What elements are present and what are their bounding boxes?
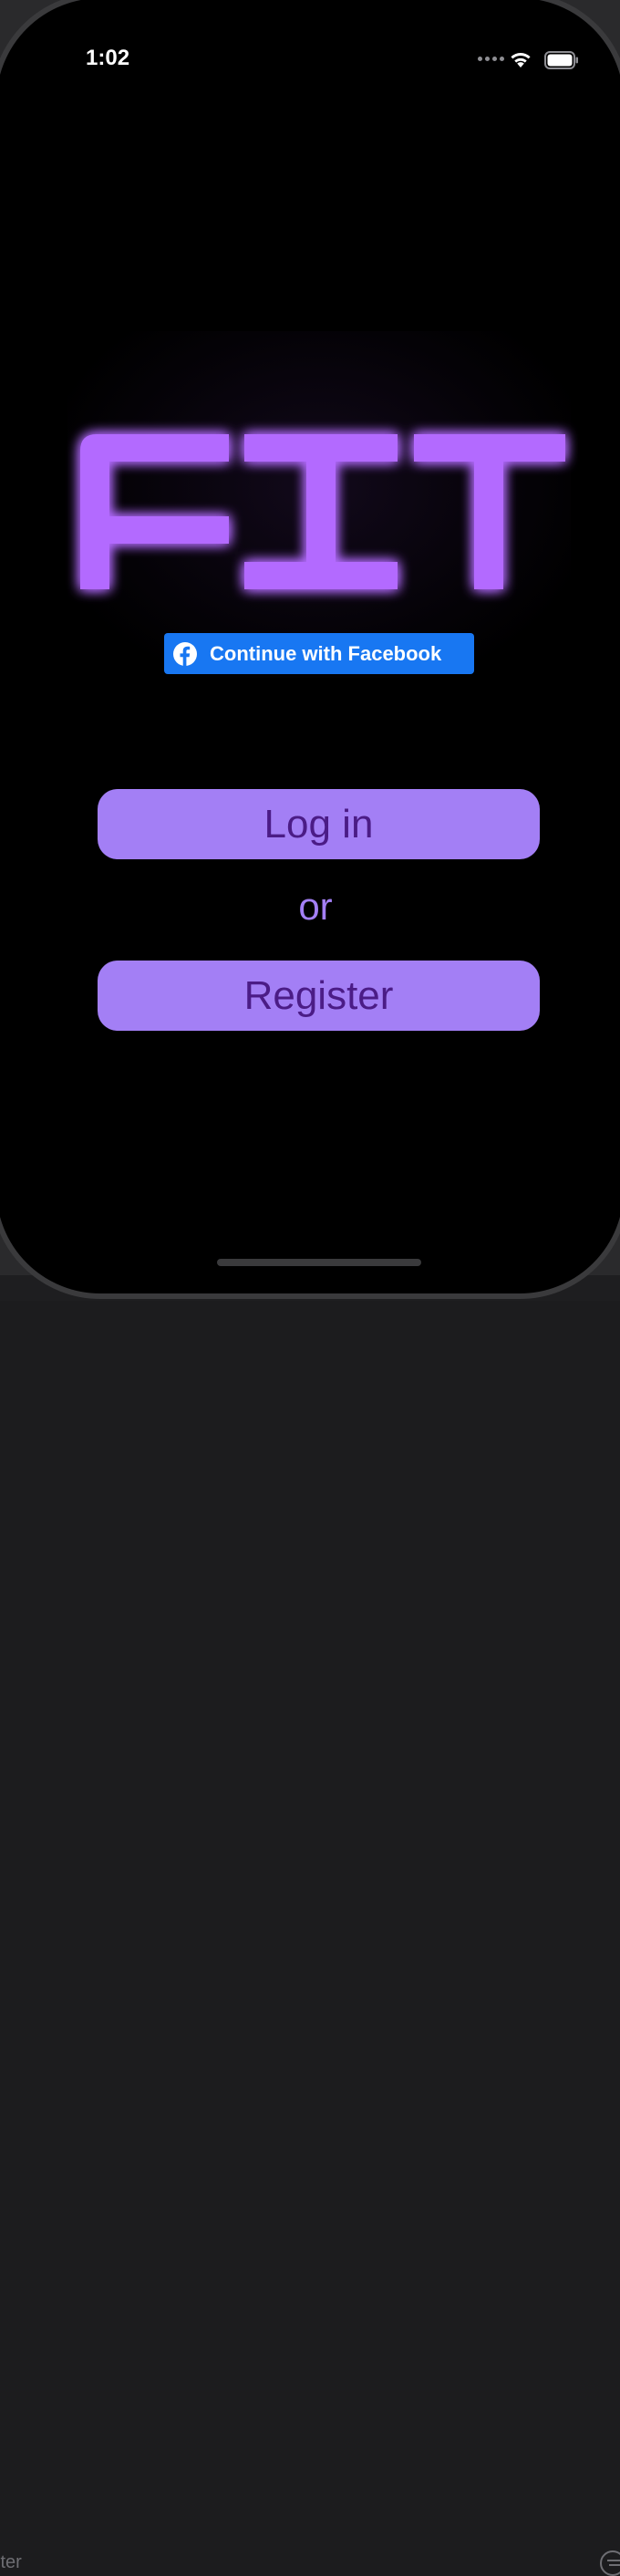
- wifi-icon: [511, 52, 531, 68]
- status-time: 1:02: [86, 46, 130, 70]
- signal-dots-icon: [478, 57, 504, 61]
- register-label: Register: [243, 972, 394, 1018]
- log-in-button[interactable]: Log in: [98, 789, 540, 859]
- register-button[interactable]: Register: [98, 961, 540, 1031]
- or-separator: or: [298, 885, 333, 928]
- facebook-button-label: Continue with Facebook: [210, 641, 442, 665]
- phone-screen: 1:02 Continue with Facebook Log in or Re…: [0, 0, 620, 1299]
- facebook-icon: [173, 641, 197, 666]
- log-in-label: Log in: [264, 801, 374, 847]
- filter-icon[interactable]: [600, 2550, 620, 2576]
- logo-glyphs: [80, 434, 565, 589]
- fit-logo: [80, 434, 565, 589]
- home-indicator[interactable]: [217, 1259, 421, 1266]
- filter-label: lter: [0, 2552, 22, 2572]
- continue-with-facebook-button[interactable]: Continue with Facebook: [164, 633, 474, 674]
- battery-icon: [544, 51, 578, 69]
